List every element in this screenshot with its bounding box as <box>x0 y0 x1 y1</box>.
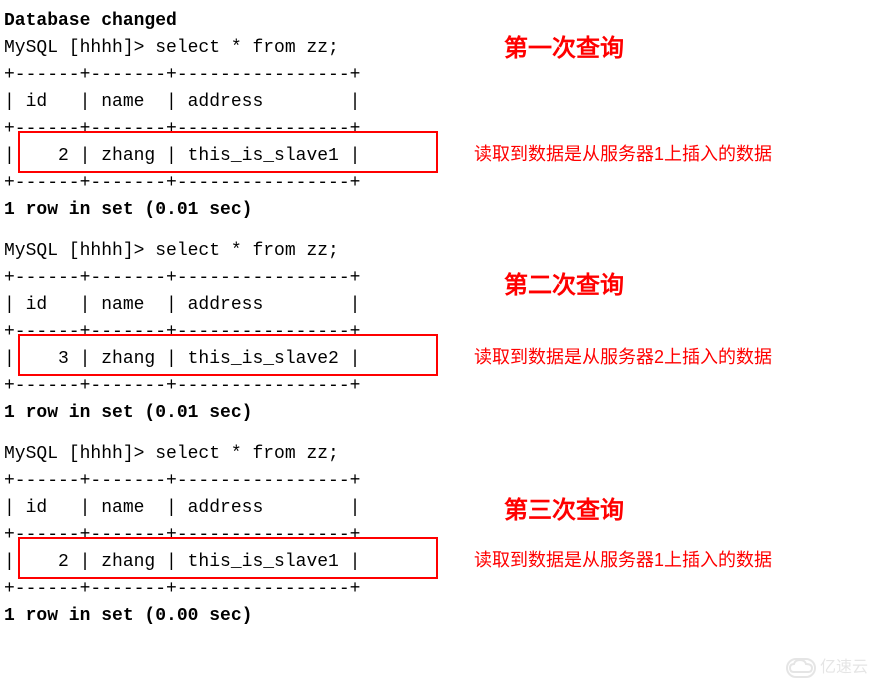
sql-prompt: MySQL [hhhh]> select * from zz; <box>4 441 874 468</box>
result-summary: 1 row in set (0.01 sec) <box>4 400 874 427</box>
table-border: +------+-------+----------------+ <box>4 116 874 143</box>
table-border: +------+-------+----------------+ <box>4 170 874 197</box>
watermark: 亿速云 <box>786 656 868 680</box>
table-header: | id | name | address | <box>4 495 874 522</box>
database-changed-line: Database changed <box>4 8 874 35</box>
table-header: | id | name | address | <box>4 292 874 319</box>
query-section-3: MySQL [hhhh]> select * from zz; +------+… <box>4 441 874 630</box>
table-border: +------+-------+----------------+ <box>4 373 874 400</box>
table-border: +------+-------+----------------+ <box>4 319 874 346</box>
annotation-note-3: 读取到数据是从服务器1上插入的数据 <box>474 547 772 574</box>
watermark-text: 亿速云 <box>820 656 868 680</box>
table-border: +------+-------+----------------+ <box>4 62 874 89</box>
table-header: | id | name | address | <box>4 89 874 116</box>
query-section-2: MySQL [hhhh]> select * from zz; +------+… <box>4 238 874 427</box>
table-border: +------+-------+----------------+ <box>4 265 874 292</box>
annotation-title-3: 第三次查询 <box>504 493 624 529</box>
result-summary: 1 row in set (0.00 sec) <box>4 603 874 630</box>
annotation-note-2: 读取到数据是从服务器2上插入的数据 <box>474 344 772 371</box>
annotation-title-2: 第二次查询 <box>504 268 624 304</box>
table-border: +------+-------+----------------+ <box>4 468 874 495</box>
query-section-1: MySQL [hhhh]> select * from zz; +------+… <box>4 35 874 224</box>
sql-prompt: MySQL [hhhh]> select * from zz; <box>4 35 874 62</box>
annotation-title-1: 第一次查询 <box>504 31 624 67</box>
table-border: +------+-------+----------------+ <box>4 576 874 603</box>
table-border: +------+-------+----------------+ <box>4 522 874 549</box>
cloud-icon <box>786 658 816 678</box>
sql-prompt: MySQL [hhhh]> select * from zz; <box>4 238 874 265</box>
result-summary: 1 row in set (0.01 sec) <box>4 197 874 224</box>
annotation-note-1: 读取到数据是从服务器1上插入的数据 <box>474 141 772 168</box>
